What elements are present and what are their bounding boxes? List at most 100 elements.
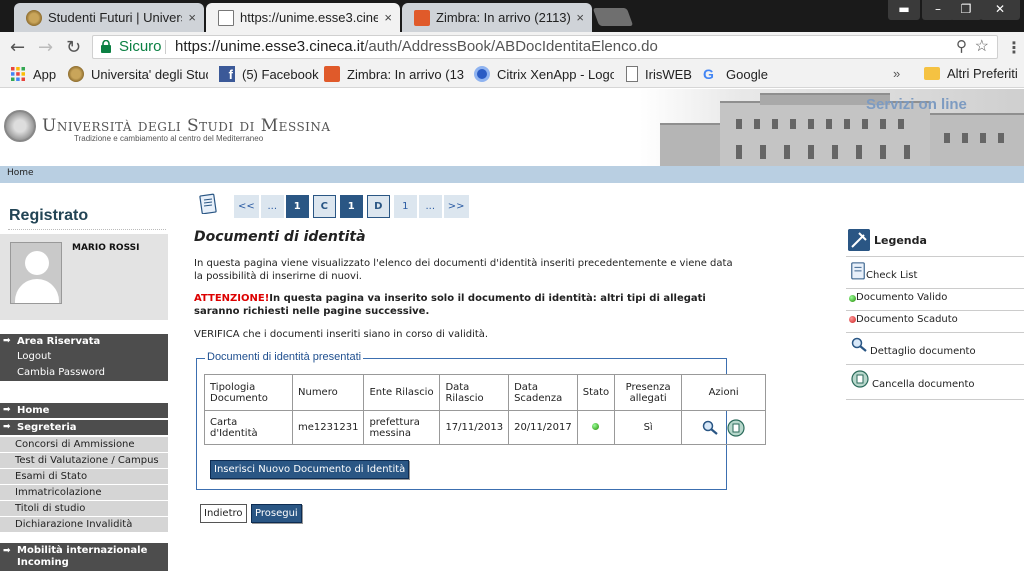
bookmark-other-folder[interactable]: Altri Preferiti: [924, 66, 1018, 81]
bookmark-facebook[interactable]: f (5) Facebook: [219, 66, 319, 82]
reload-icon[interactable]: ↻: [66, 37, 81, 58]
address-bar-row: ← → ↻ Sicuro https://unime.esse3.cineca.…: [0, 32, 1024, 62]
menu-item-dichiarazione-invalidita[interactable]: Dichiarazione Invalidità: [0, 517, 168, 533]
new-tab-button[interactable]: [592, 8, 634, 26]
zimbra-icon: [324, 66, 340, 82]
legend-item-valid: Documento Valido: [846, 288, 1024, 310]
menu-item-esami-di-stato[interactable]: Esami di Stato: [0, 469, 168, 485]
close-tab-icon[interactable]: ×: [188, 10, 196, 25]
browser-menu-icon[interactable]: ⋮: [1006, 38, 1022, 57]
back-button[interactable]: Indietro: [200, 504, 247, 523]
breadcrumb-home-link[interactable]: Home: [7, 168, 34, 178]
sidebar-title: Registrato: [9, 207, 89, 224]
pager-ellipsis: ...: [418, 195, 442, 218]
bookmark-app[interactable]: App: [10, 66, 56, 82]
pager-step-d-button[interactable]: D: [366, 195, 390, 218]
trash-delete-icon[interactable]: [726, 418, 746, 438]
cell-numero: me1231231: [291, 410, 365, 445]
legend-title: Legenda: [874, 234, 927, 247]
pager-step-c-button[interactable]: C: [312, 195, 336, 218]
add-document-button[interactable]: Inserisci Nuovo Documento di Identità: [210, 460, 410, 479]
tab-unime-esse3[interactable]: https://unime.esse3.cinec ×: [206, 3, 400, 32]
magnifier-detail-icon[interactable]: [701, 420, 719, 436]
col-stato: Stato: [576, 374, 616, 411]
cell-data-scadenza: 20/11/2017: [508, 410, 578, 445]
menu-item-immatricolazione[interactable]: Immatricolazione: [0, 485, 168, 501]
col-numero: Numero: [291, 374, 365, 411]
pager-step-button[interactable]: 1: [393, 195, 417, 218]
avatar-body-shape: [15, 279, 59, 303]
bookmark-star-icon[interactable]: ☆: [975, 36, 989, 58]
menu-item-logout[interactable]: Logout: [0, 349, 168, 365]
pager-first-button[interactable]: <<: [234, 195, 259, 218]
bookmarks-overflow-button[interactable]: »: [893, 66, 900, 81]
checklist-icon: [851, 262, 865, 280]
university-tagline: Tradizione e cambiamento al centro del M…: [74, 134, 264, 143]
back-arrow-icon[interactable]: ←: [10, 37, 25, 58]
magnifier-detail-icon: [851, 337, 867, 352]
pin-icon: [848, 229, 870, 251]
tab-studenti-futuri[interactable]: Studenti Futuri | Universi ×: [14, 3, 204, 32]
cell-stato: [576, 410, 616, 445]
bookmark-label: (5) Facebook: [242, 66, 319, 82]
col-ente: Ente Rilascio: [363, 374, 441, 411]
close-window-icon[interactable]: ✕: [980, 0, 1020, 20]
university-name[interactable]: Università degli Studi di Messina: [42, 116, 331, 136]
university-seal-logo[interactable]: [4, 110, 36, 142]
tab-zimbra[interactable]: Zimbra: In arrivo (2113) ×: [402, 3, 592, 32]
legend-item-delete: Cancella documento: [846, 364, 1024, 400]
facebook-icon: f: [219, 66, 235, 82]
menu-area-riservata[interactable]: Area Riservata: [0, 334, 168, 349]
legend-label: Documento Scaduto: [856, 314, 958, 325]
documents-table: Tipologia Documento Numero Ente Rilascio…: [204, 374, 767, 445]
folder-icon: [924, 67, 940, 80]
restore-icon[interactable]: ❐: [950, 0, 982, 20]
apps-grid-icon: [11, 67, 25, 81]
legend-item-expired: Documento Scaduto: [846, 310, 1024, 332]
zoom-icon[interactable]: ⚲: [956, 36, 967, 58]
close-tab-icon[interactable]: ×: [576, 10, 584, 25]
menu-item-titoli-di-studio[interactable]: Titoli di studio: [0, 501, 168, 517]
trash-delete-icon: [851, 370, 869, 388]
pager-step-button[interactable]: 1: [285, 195, 309, 218]
url-text[interactable]: https://unime.esse3.cineca.it/auth/Addre…: [175, 36, 658, 58]
fieldset-legend: Documenti di identità presentati: [205, 351, 364, 363]
bookmark-google[interactable]: G Google: [703, 66, 768, 82]
proceed-button[interactable]: Prosegui: [251, 504, 302, 523]
browser-tab-bar: Studenti Futuri | Universi × https://uni…: [0, 0, 1024, 32]
bookmark-zimbra[interactable]: Zimbra: In arrivo (134: [324, 66, 464, 82]
menu-item-cambia-password[interactable]: Cambia Password: [0, 365, 168, 381]
pager-step-button[interactable]: 1: [339, 195, 363, 218]
menu-home[interactable]: Home: [0, 403, 168, 418]
close-tab-icon[interactable]: ×: [384, 10, 392, 25]
profile-icon[interactable]: ▬: [888, 0, 920, 20]
expired-status-icon: [849, 316, 856, 323]
breadcrumb: Home: [0, 166, 1024, 183]
pager-ellipsis: ...: [260, 195, 284, 218]
pager-last-button[interactable]: >>: [443, 195, 469, 218]
cell-ente: prefettura messina: [363, 410, 441, 445]
menu-mobilita[interactable]: Mobilità internazionale Incoming: [0, 543, 168, 571]
menu-item-test-valutazione[interactable]: Test di Valutazione / Campus: [0, 453, 168, 469]
valid-status-icon: [849, 295, 856, 302]
col-azioni: Azioni: [681, 374, 767, 411]
intro-text: In questa pagina viene visualizzato l'el…: [194, 258, 733, 282]
menu-segreteria[interactable]: Segreteria: [0, 420, 168, 435]
bookmark-citrix[interactable]: Citrix XenApp - Logo: [474, 66, 614, 82]
bookmark-irisweb[interactable]: IrisWEB: [626, 66, 692, 82]
servizi-online-label: Servizi on line: [866, 96, 967, 113]
menu-item-concorsi[interactable]: Concorsi di Ammissione: [0, 437, 168, 453]
bookmark-label: Altri Preferiti: [947, 66, 1018, 81]
lock-icon: [101, 40, 111, 53]
security-label[interactable]: Sicuro: [119, 36, 162, 58]
cell-data-rilascio: 17/11/2013: [439, 410, 510, 445]
forward-arrow-icon[interactable]: →: [38, 37, 53, 58]
page-title: Documenti di identità: [194, 229, 366, 245]
divider: [8, 229, 166, 230]
cell-tipologia: Carta d'Identità: [204, 410, 293, 445]
url-host: https://unime.esse3.cineca.it: [175, 38, 365, 55]
url-input[interactable]: Sicuro https://unime.esse3.cineca.it/aut…: [92, 35, 998, 59]
bookmark-universita[interactable]: Universita' degli Stud: [68, 66, 208, 82]
legend-item-checklist: Check List: [846, 256, 1024, 288]
university-icon: [68, 66, 84, 82]
